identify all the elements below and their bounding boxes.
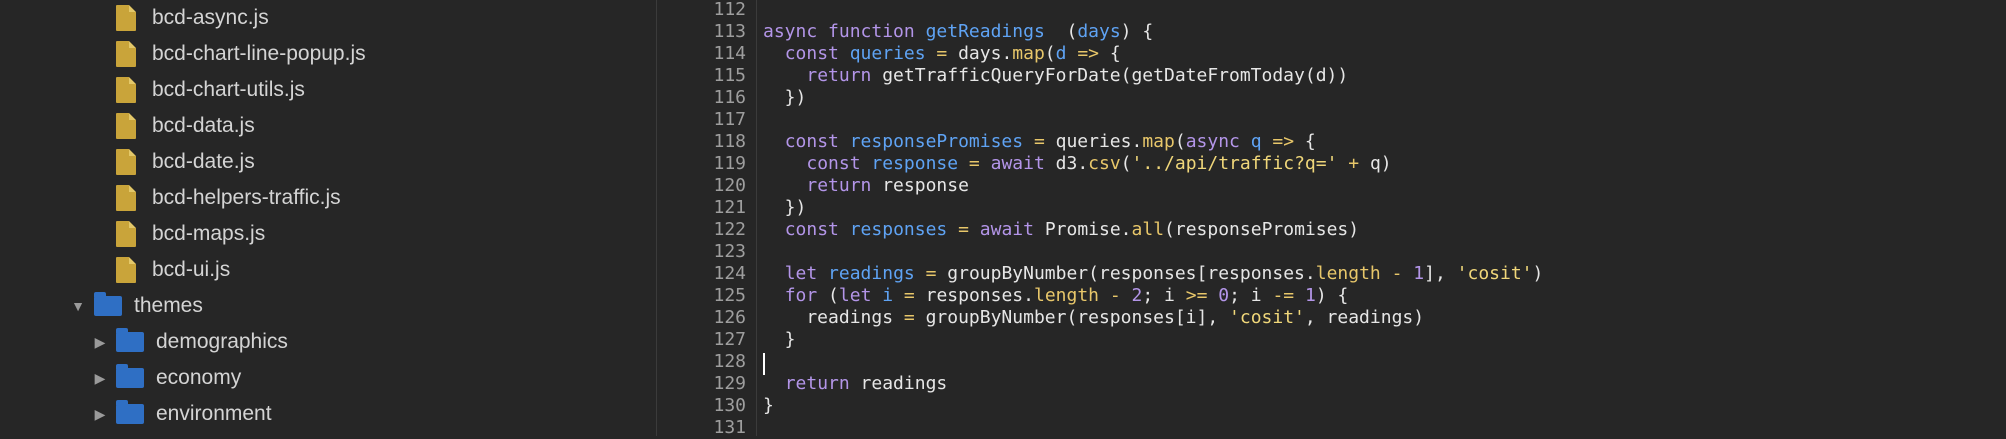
file-explorer-sidebar: bcd-async.js bcd-chart-line-popup.js bcd-c… [0,0,653,436]
line-number: 119 [713,153,746,174]
line-number: 120 [713,175,746,196]
code-line[interactable]: const response = await d3.csv('../api/tr… [763,153,1391,175]
line-number: 130 [713,395,746,416]
folder-label: economy [156,366,242,389]
file-item[interactable]: bcd-helpers-traffic.js [116,180,341,216]
file-label: bcd-ui.js [152,258,231,281]
js-file-icon [116,41,136,67]
folder-item-themes[interactable]: ▼ themes [70,288,203,324]
folder-item[interactable]: ▶ environment [92,396,272,432]
sidebar-divider[interactable] [656,0,657,436]
file-label: bcd-chart-line-popup.js [152,42,366,65]
js-file-icon [116,149,136,175]
line-number: 114 [713,43,746,64]
code-line[interactable]: readings = groupByNumber(responses[i], '… [763,307,1424,329]
code-line[interactable]: } [763,329,796,351]
file-item[interactable]: bcd-data.js [116,108,255,144]
file-label: bcd-data.js [152,114,255,137]
line-number: 127 [713,329,746,350]
line-number: 118 [713,131,746,152]
code-line[interactable]: const responsePromises = queries.map(asy… [763,131,1316,153]
code-line[interactable]: async function getReadings (days) { [763,21,1153,43]
folder-label: demographics [156,330,288,353]
folder-item[interactable]: ▶ economy [92,360,241,396]
file-label: bcd-helpers-traffic.js [152,186,341,209]
line-number: 115 [713,65,746,86]
code-line[interactable]: }) [763,197,807,219]
code-line[interactable]: return getTrafficQueryForDate(getDateFro… [763,65,1348,87]
js-file-icon [116,5,136,31]
chevron-right-icon[interactable]: ▶ [92,334,108,351]
js-file-icon [116,185,136,211]
folder-icon [116,364,144,388]
file-item[interactable]: bcd-ui.js [116,252,230,288]
line-number: 129 [713,373,746,394]
code-line[interactable]: } [763,395,774,417]
line-number: 128 [713,351,746,372]
js-file-icon [116,113,136,139]
code-line[interactable]: for (let i = responses.length - 2; i >= … [763,285,1349,307]
folder-icon [94,292,122,316]
file-label: bcd-chart-utils.js [152,78,305,101]
line-number: 125 [713,285,746,306]
file-item[interactable]: bcd-chart-line-popup.js [116,36,366,72]
code-line[interactable]: return readings [763,373,948,395]
file-label: bcd-async.js [152,6,269,29]
file-label: bcd-date.js [152,150,255,173]
js-file-icon [116,77,136,103]
code-line[interactable]: const queries = days.map(d => { [763,43,1121,65]
line-number: 121 [713,197,746,218]
line-number: 117 [713,109,746,130]
text-cursor [763,353,765,375]
code-line[interactable]: return response [763,175,969,197]
folder-icon [116,400,144,424]
file-label: bcd-maps.js [152,222,266,245]
folder-item[interactable]: ▶ demographics [92,324,288,360]
line-number: 124 [713,263,746,284]
line-number: 126 [713,307,746,328]
folder-label: environment [156,402,272,425]
js-file-icon [116,257,136,283]
line-number: 116 [713,87,746,108]
folder-icon [116,328,144,352]
line-number: 122 [713,219,746,240]
file-item[interactable]: bcd-chart-utils.js [116,72,305,108]
chevron-right-icon[interactable]: ▶ [92,370,108,387]
file-item[interactable]: bcd-async.js [116,0,269,36]
line-number: 123 [713,241,746,262]
code-line[interactable]: }) [763,87,807,109]
line-number: 112 [713,0,746,20]
line-number: 113 [713,21,746,42]
js-file-icon [116,221,136,247]
folder-label: themes [134,294,203,317]
code-line[interactable]: let readings = groupByNumber(responses[r… [763,263,1544,285]
chevron-down-icon[interactable]: ▼ [70,298,86,314]
file-item[interactable]: bcd-maps.js [116,216,265,252]
code-line[interactable]: const responses = await Promise.all(resp… [763,219,1359,241]
chevron-right-icon[interactable]: ▶ [92,406,108,423]
file-item[interactable]: bcd-date.js [116,144,255,180]
